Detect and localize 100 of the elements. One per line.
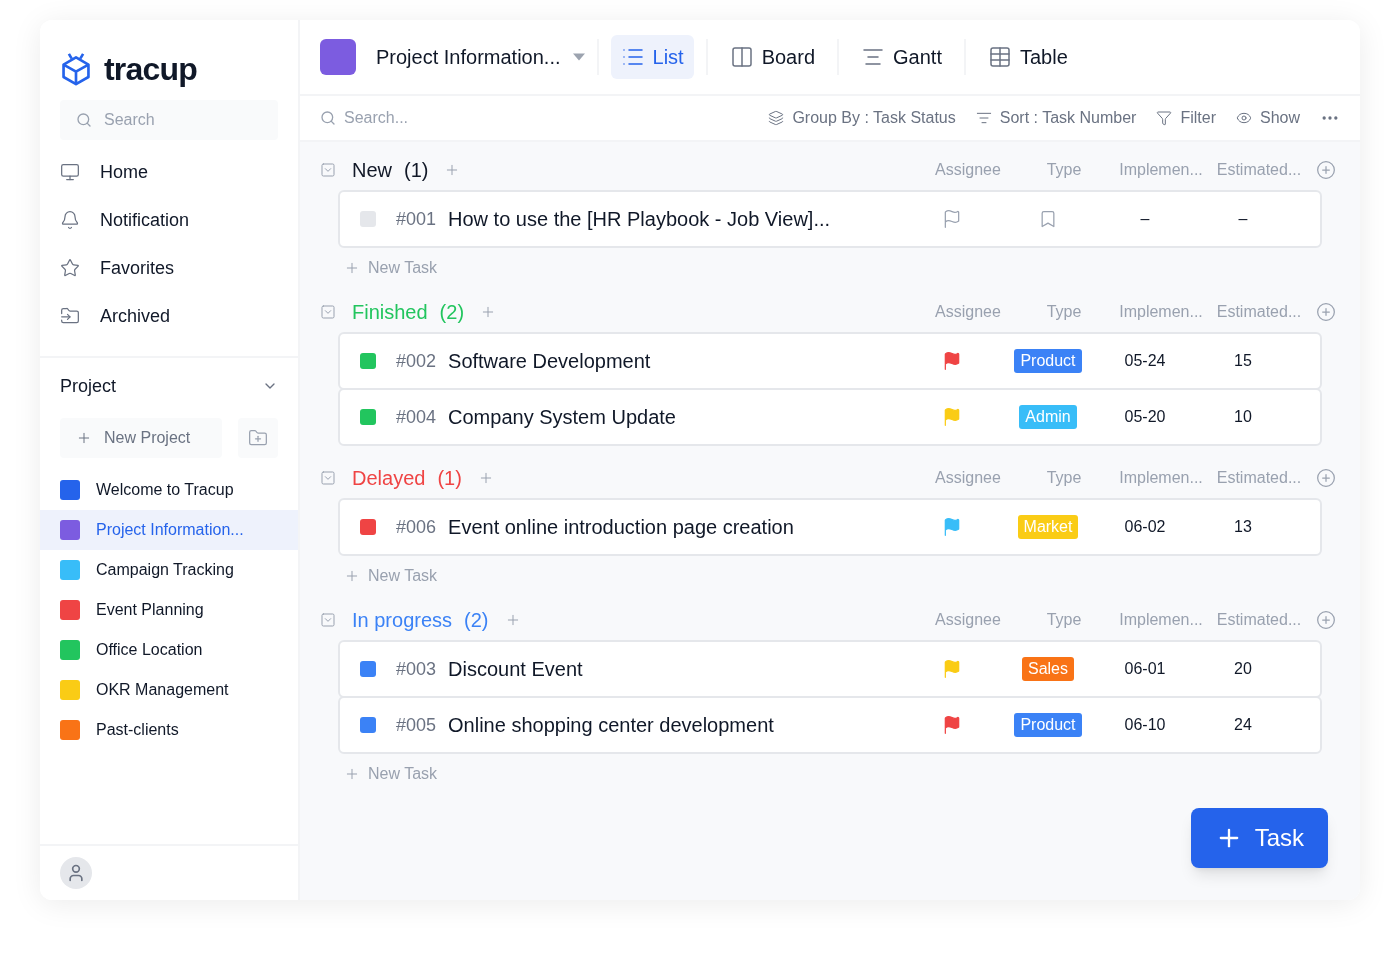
add-column-icon[interactable] [1316,610,1336,630]
task-row[interactable]: #003 Discount Event Sales 06-01 20 [338,640,1322,698]
star-icon [60,258,80,278]
project-name: Project Information... [96,520,244,540]
group-title: In progress [352,608,453,633]
implementation-date: 06-02 [1123,517,1167,537]
avatar[interactable] [60,857,92,889]
task-row[interactable]: #004 Company System Update Admin 05-20 10 [338,388,1322,446]
project-section-header[interactable]: Project [40,362,298,410]
filter-icon [1156,110,1173,126]
implementation-date: 05-24 [1123,351,1167,371]
columns-icon [729,45,754,69]
plus-icon [344,260,360,276]
project-name: Welcome to Tracup [96,480,234,500]
plus-icon [76,430,92,446]
task-row[interactable]: #002 Software Development Product 05-24 15 [338,332,1322,390]
task-title: How to use the [HR Playbook - Job View]... [448,207,831,232]
group-title: Delayed [352,466,426,491]
task-number: #002 [396,350,437,373]
view-tab[interactable]: Table [977,35,1078,79]
project-name: Campaign Tracking [96,560,234,580]
collapse-icon[interactable] [320,470,336,486]
collapse-icon[interactable] [320,162,336,178]
nav-item[interactable]: Favorites [60,244,278,292]
column-header: Type [1045,160,1083,180]
collapse-icon[interactable] [320,612,336,628]
flag-icon[interactable] [942,517,962,537]
group-count: (1) [404,158,429,183]
sort-button[interactable]: Sort : Task Number [975,106,1137,130]
filter-button[interactable]: Filter [1156,106,1216,130]
nav-item[interactable]: Home [60,148,278,196]
project-item[interactable]: Campaign Tracking [40,550,298,590]
new-folder-button[interactable] [238,418,278,458]
flag-icon[interactable] [942,715,962,735]
estimated-value: 24 [1233,715,1253,735]
group-title: Finished [352,300,428,325]
collapse-icon[interactable] [320,304,336,320]
show-button[interactable]: Show [1235,106,1300,130]
project-dropdown[interactable]: Project Information... [376,43,585,71]
task-row[interactable]: #001 How to use the [HR Playbook - Job View]... – – [338,190,1322,248]
search-icon [320,110,336,126]
implementation-date: – [1139,209,1151,229]
view-tab[interactable]: List [610,35,694,79]
task-title: Event online introduction page creation [448,515,794,540]
column-header: Assignee [934,468,1002,488]
column-header: Type [1045,610,1083,630]
task-row[interactable]: #006 Event online introduction page creation Market 06-02 13 [338,498,1322,556]
column-header: Implemen... [1118,610,1204,630]
search-field[interactable]: Search [60,100,278,140]
nav-item[interactable]: Notification [60,196,278,244]
task-title: Discount Event [448,657,583,682]
implementation-date: 05-20 [1123,407,1167,427]
view-tab[interactable]: Gantt [851,35,952,79]
group-title: New [352,158,392,183]
folder-plus-icon [248,428,269,448]
project-item[interactable]: Past-clients [40,710,298,750]
view-tab[interactable]: Board [719,35,826,79]
task-row[interactable]: #005 Online shopping center development Product 06-10 24 [338,696,1322,754]
column-header: Implemen... [1118,160,1204,180]
flag-icon[interactable] [942,351,962,371]
plus-icon [344,766,360,782]
project-name: Past-clients [96,720,179,740]
add-column-icon[interactable] [1316,302,1336,322]
task-search-field[interactable]: Search... [344,106,551,130]
cube-logo-icon [60,51,92,87]
monitor-icon [60,162,80,182]
flag-icon[interactable] [942,209,962,229]
person-silhouette-icon [66,863,86,883]
column-header: Assignee [934,610,1002,630]
nav-item[interactable]: Archived [60,292,278,340]
project-item[interactable]: OKR Management [40,670,298,710]
estimated-value: 20 [1233,659,1253,679]
group-count: (1) [437,466,462,491]
implementation-date: 06-10 [1123,715,1167,735]
type-tag: Sales [1022,657,1074,681]
project-item[interactable]: Office Location [40,630,298,670]
group-count: (2) [464,608,489,633]
column-header: Estimated... [1215,468,1303,488]
add-column-icon[interactable] [1316,160,1336,180]
column-header: Implemen... [1118,468,1204,488]
new-project-button[interactable]: New Project [60,418,223,458]
add-task-button[interactable]: Task [1190,808,1328,868]
sort-icon [975,110,992,126]
task-number: #005 [396,714,437,737]
column-header: Type [1045,302,1083,322]
estimated-value: 15 [1233,351,1253,371]
column-header: Assignee [934,302,1002,322]
implementation-date: 06-01 [1123,659,1167,679]
type-tag: Product [1014,713,1082,737]
project-item[interactable]: Event Planning [40,590,298,630]
project-name: Event Planning [96,600,204,620]
group-by-button[interactable]: Group By : Task Status [768,106,956,130]
project-item[interactable]: Welcome to Tracup [40,470,298,510]
folder-icon [60,306,80,326]
dropdown-triangle-icon [572,53,585,61]
plus-icon [344,568,360,584]
project-item[interactable]: Project Information... [40,510,298,550]
task-title: Software Development [448,349,651,374]
add-column-icon[interactable] [1316,468,1336,488]
table-icon [987,45,1012,69]
